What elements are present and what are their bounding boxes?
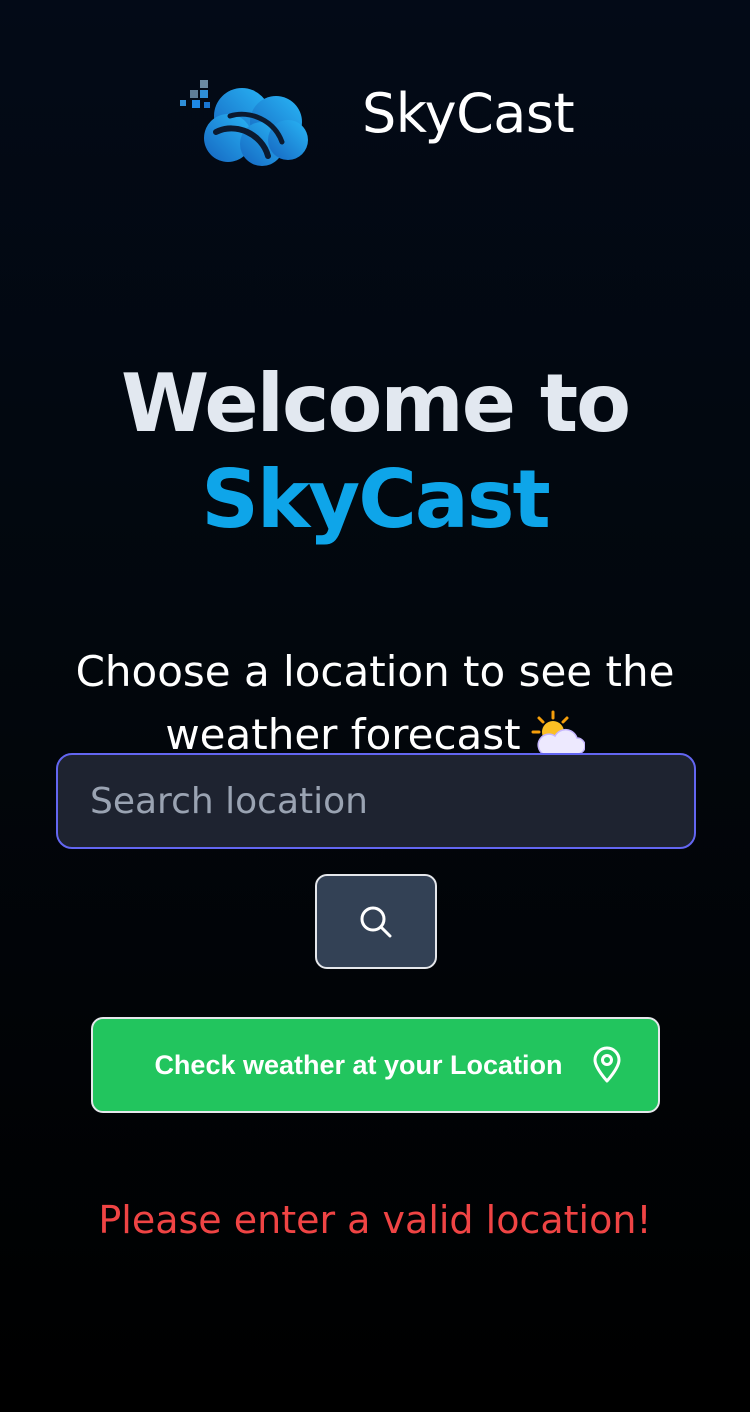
sun-behind-cloud-emoji (531, 710, 585, 755)
subtitle: Choose a location to see the weather for… (40, 640, 710, 766)
app-name: SkyCast (362, 82, 575, 145)
app-header: SkyCast (0, 72, 750, 172)
brand-line: SkyCast (201, 453, 551, 546)
check-location-button[interactable]: Check weather at your Location (91, 1017, 660, 1113)
search-input[interactable] (56, 753, 696, 849)
check-location-label: Check weather at your Location (154, 1049, 563, 1080)
search-button[interactable] (315, 874, 437, 969)
map-pin-icon (590, 1045, 624, 1085)
welcome-line: Welcome to (120, 357, 631, 450)
app-root: { "header": { "app_name": "SkyCast", "lo… (0, 0, 750, 1412)
welcome-heading: Welcome to SkyCast (0, 356, 750, 548)
cloud-logo-icon (180, 80, 308, 166)
search-icon (360, 906, 392, 937)
error-message: Please enter a valid location! (98, 1198, 652, 1242)
